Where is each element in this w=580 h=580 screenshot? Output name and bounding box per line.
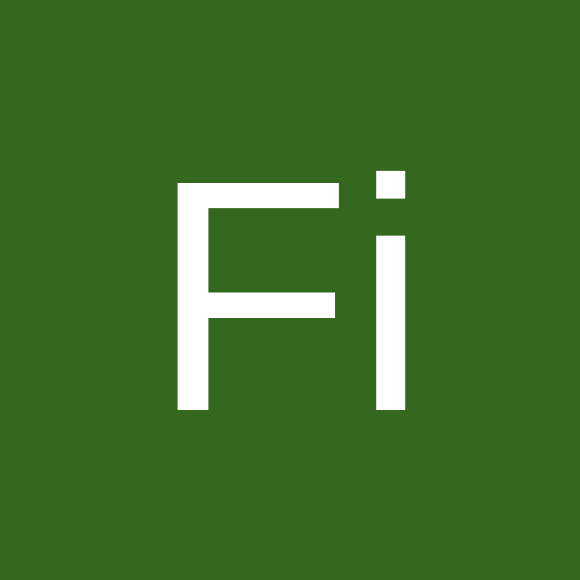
avatar-initials: Fi xyxy=(150,111,430,480)
avatar: Fi xyxy=(0,0,580,580)
